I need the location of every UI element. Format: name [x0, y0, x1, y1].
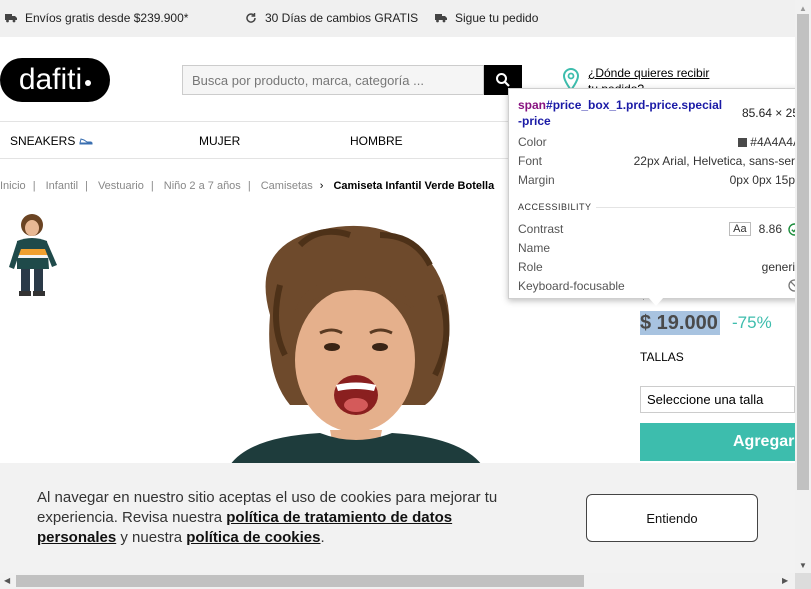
breadcrumb-separator: |: [150, 180, 154, 192]
truck-icon: [435, 14, 447, 23]
inspector-key: Font: [518, 154, 543, 168]
inspector-selector: span#price_box_1.prd-price.special -pric…: [518, 97, 738, 129]
inspector-key: Color: [518, 135, 547, 149]
breadcrumb-current: Camiseta Infantil Verde Botella: [333, 180, 495, 192]
inspector-row-keyboard: Keyboard-focusable: [518, 279, 801, 295]
selector-tag: span: [518, 98, 547, 112]
breadcrumb-separator: ›: [319, 180, 324, 192]
horizontal-scrollbar[interactable]: ◀ ▶: [0, 573, 795, 589]
breadcrumb-separator: |: [85, 180, 88, 192]
inspector-row-name: Name: [518, 241, 801, 257]
vertical-scrollbar[interactable]: ▲ ▼: [795, 0, 811, 573]
nav-item-hombre[interactable]: HOMBRE: [350, 134, 403, 148]
inspector-value: #4A4A4A: [738, 135, 801, 149]
cookie-policy-link[interactable]: política de cookies: [186, 529, 320, 546]
inspector-value: Aa 8.86: [729, 222, 801, 236]
breadcrumb-separator: |: [32, 180, 36, 192]
inspector-row-role: Role generic: [518, 260, 801, 276]
cookie-text-2: y nuestra: [116, 529, 187, 546]
shipping-text: Envíos gratis desde $239.900*: [25, 11, 189, 25]
scrollbar-corner: [795, 573, 811, 589]
product-thumbnail[interactable]: [5, 211, 61, 299]
refresh-icon: [246, 13, 256, 23]
horizontal-scroll-thumb[interactable]: [16, 575, 584, 587]
sneaker-icon: [79, 138, 93, 145]
contrast-value: 8.86: [758, 222, 782, 236]
discount-badge: -75%: [732, 313, 772, 332]
inspector-row-contrast: Contrast Aa 8.86: [518, 222, 801, 238]
inspector-key: Role: [518, 260, 543, 274]
size-select[interactable]: Seleccione una talla: [640, 386, 795, 413]
nav-item-label: SNEAKERS: [10, 134, 76, 148]
returns-info[interactable]: 30 Días de cambios GRATIS: [245, 11, 418, 25]
product-main-image[interactable]: [210, 215, 500, 465]
scroll-up-icon[interactable]: ▲: [799, 4, 807, 13]
breadcrumb-item[interactable]: Inicio: [0, 180, 26, 192]
inspector-pointer: [648, 297, 664, 306]
color-swatch: [738, 138, 748, 147]
breadcrumb-item[interactable]: Infantil: [46, 180, 78, 192]
returns-text: 30 Días de cambios GRATIS: [265, 11, 419, 25]
logo-dot: [85, 80, 92, 86]
inspector-row-font: Font 22px Arial, Helvetica, sans-serif: [518, 154, 801, 170]
contrast-badge: Aa: [729, 222, 751, 236]
inspector-value: 22px Arial, Helvetica, sans-serif: [633, 154, 801, 168]
selector-line2: -price: [518, 114, 551, 128]
devtools-inspector-tooltip: span#price_box_1.prd-price.special -pric…: [508, 88, 809, 299]
accessibility-title: ACCESSIBILITY: [518, 202, 596, 212]
breadcrumb-separator: |: [247, 180, 251, 192]
vertical-scroll-thumb[interactable]: [797, 14, 809, 490]
inspector-row-margin: Margin 0px 0px 15px: [518, 173, 801, 189]
add-to-cart-button[interactable]: Agregar: [640, 423, 795, 461]
breadcrumb-item[interactable]: Vestuario: [98, 180, 144, 192]
inspector-value: 0px 0px 15px: [729, 173, 801, 187]
selector-id-class: #price_box_1.prd-price.special: [546, 98, 723, 112]
inspector-key: Keyboard-focusable: [518, 279, 625, 293]
nav-item-mujer[interactable]: MUJER: [199, 134, 240, 148]
breadcrumb-item[interactable]: Camisetas: [261, 180, 313, 192]
scroll-right-icon[interactable]: ▶: [782, 576, 788, 585]
nav-item-sneakers[interactable]: SNEAKERS: [10, 134, 93, 148]
shipping-info[interactable]: Envíos gratis desde $239.900*: [5, 11, 188, 25]
inspector-key: Contrast: [518, 222, 564, 236]
inspector-key: Name: [518, 241, 551, 255]
truck-icon: [5, 14, 17, 23]
scroll-left-icon[interactable]: ◀: [4, 576, 10, 585]
logo-text: dafiti: [18, 63, 83, 96]
tracking-text: Sigue tu pedido: [455, 11, 539, 25]
sizes-label: TALLAS: [640, 350, 684, 364]
top-info-bar: Envíos gratis desde $239.900* 30 Días de…: [0, 0, 795, 37]
scroll-down-icon[interactable]: ▼: [799, 561, 807, 570]
cookie-text: Al navegar en nuestro sitio aceptas el u…: [37, 488, 517, 548]
color-value: #4A4A4A: [750, 135, 801, 149]
accept-cookies-button[interactable]: Entiendo: [586, 494, 758, 542]
search-icon: [496, 73, 510, 87]
search-input[interactable]: Busca por producto, marca, categoría ...: [182, 65, 484, 95]
inspector-dimensions: 85.64 × 25: [741, 106, 799, 120]
inspector-key: Margin: [518, 173, 555, 187]
tracking-link[interactable]: Sigue tu pedido: [435, 11, 538, 25]
dafiti-logo[interactable]: dafiti: [0, 58, 110, 102]
page: Envíos gratis desde $239.900* 30 Días de…: [0, 0, 811, 589]
cookie-banner: Al navegar en nuestro sitio aceptas el u…: [0, 463, 795, 573]
special-price: $ 19.000: [640, 311, 720, 335]
breadcrumb-item[interactable]: Niño 2 a 7 años: [164, 180, 241, 192]
inspector-row-color: Color #4A4A4A: [518, 135, 801, 151]
cookie-text-3: .: [320, 529, 325, 546]
breadcrumb: Inicio | Infantil | Vestuario | Niño 2 a 7 …: [0, 180, 494, 192]
location-link[interactable]: ¿Dónde quieres recibir: [588, 66, 709, 80]
